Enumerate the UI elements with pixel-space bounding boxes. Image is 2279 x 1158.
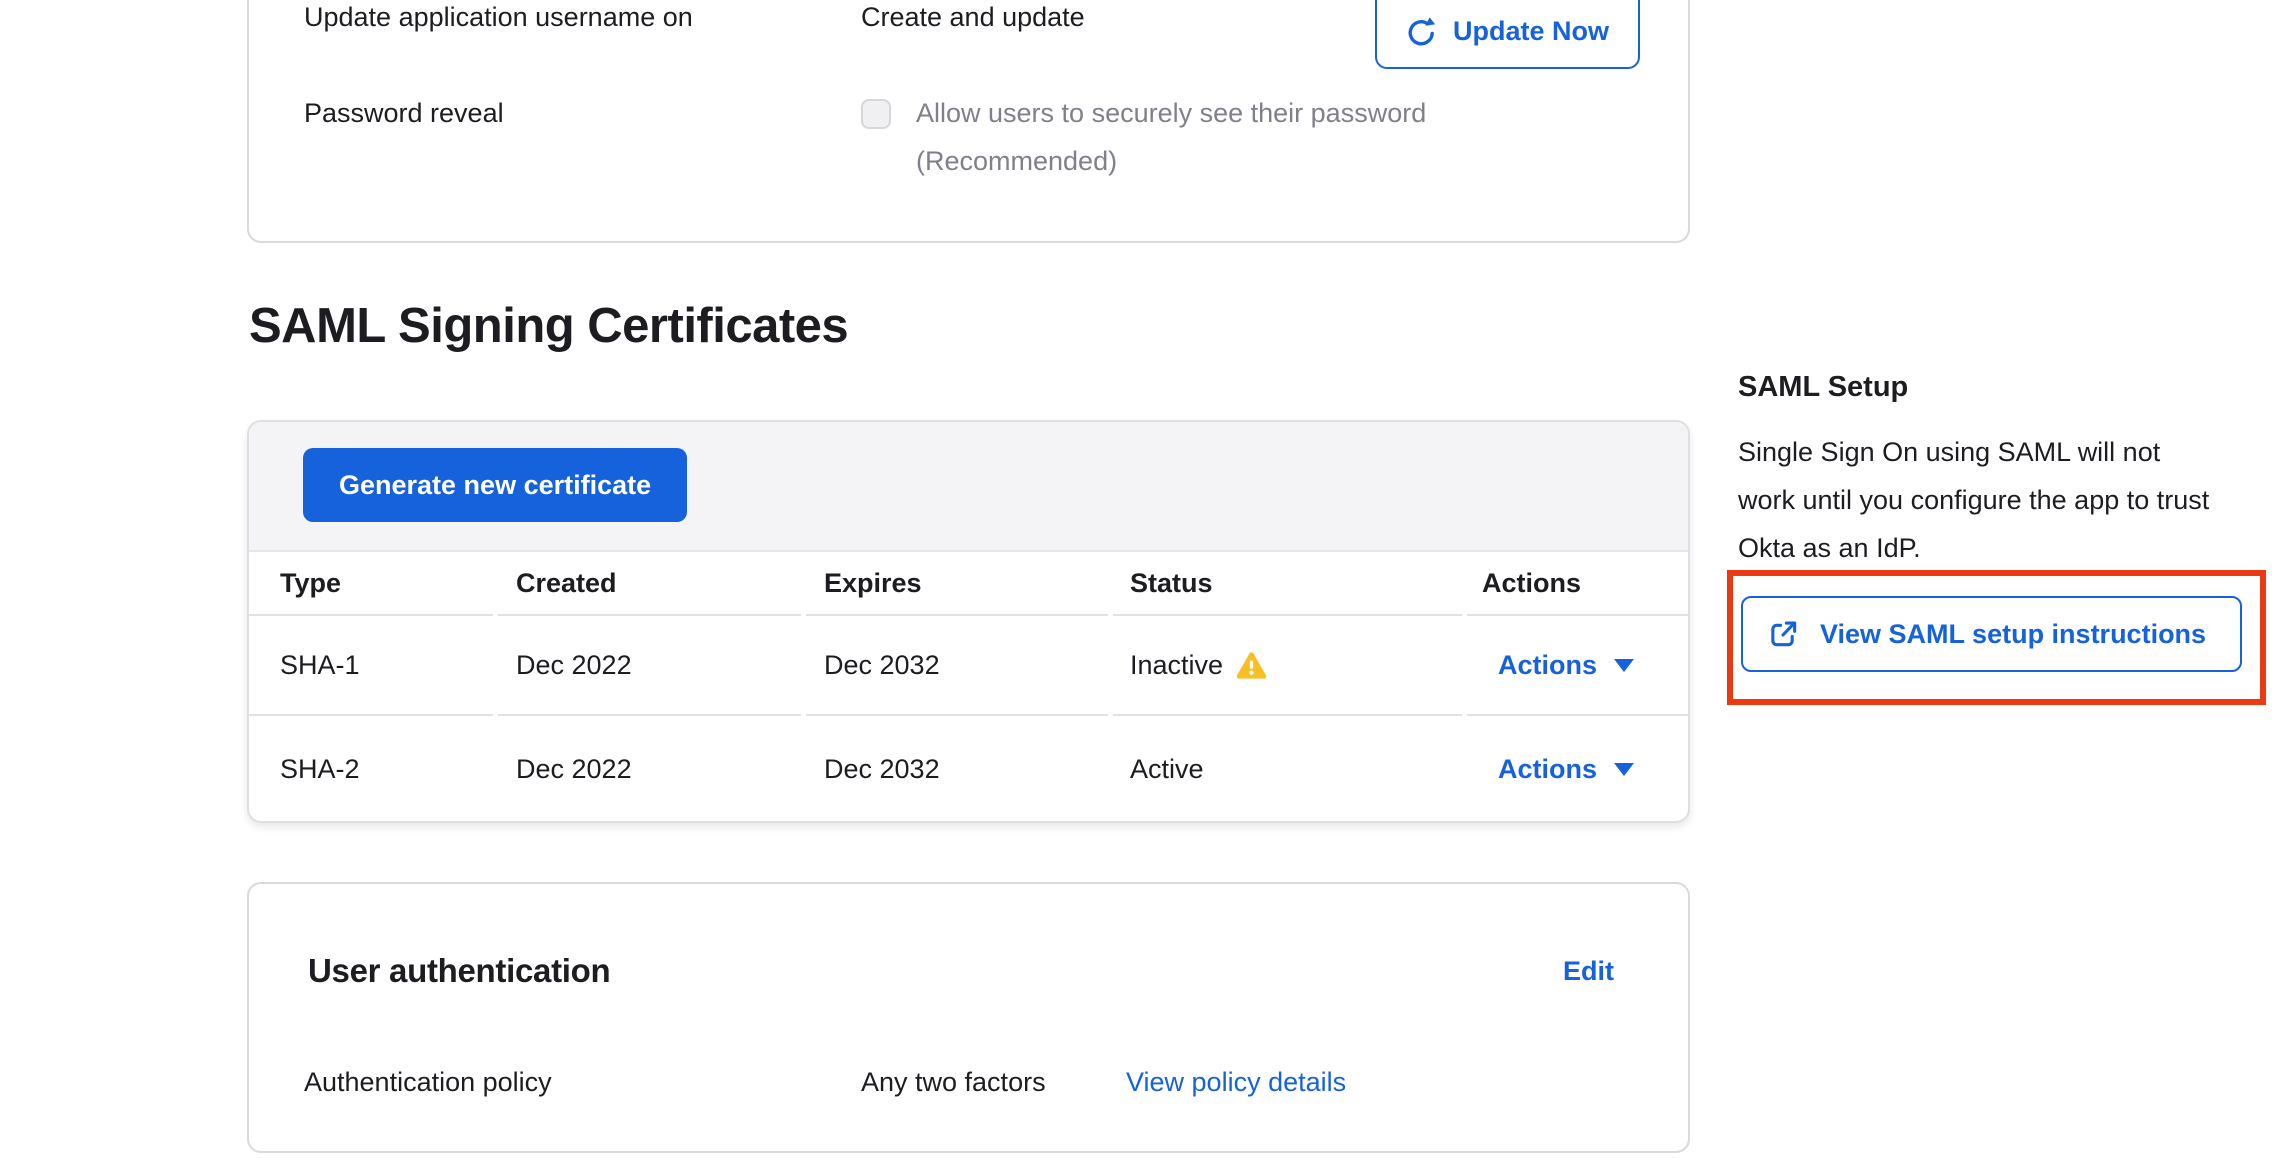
authentication-policy-label: Authentication policy <box>304 1065 552 1099</box>
update-username-label: Update application username on <box>304 0 693 34</box>
cert-expires: Dec 2032 <box>824 616 940 714</box>
external-link-icon <box>1768 619 1799 650</box>
update-now-label: Update Now <box>1453 16 1609 47</box>
view-saml-setup-instructions-button[interactable]: View SAML setup instructions <box>1741 596 2242 672</box>
column-header-actions: Actions <box>1482 552 1581 614</box>
password-reveal-checkbox-label: Allow users to securely see their passwo… <box>916 89 1546 185</box>
certificates-toolbar: Generate new certificate <box>249 422 1688 552</box>
saml-certificates-panel: Generate new certificate Type Created Ex… <box>247 420 1690 823</box>
chevron-down-icon <box>1614 659 1634 672</box>
cert-status: Active <box>1130 716 1204 823</box>
password-reveal-label: Password reveal <box>304 96 504 130</box>
column-header-created: Created <box>516 552 617 614</box>
chevron-down-icon <box>1614 763 1634 776</box>
warning-triangle-icon <box>1236 651 1267 680</box>
edit-button[interactable]: Edit <box>1563 954 1614 988</box>
generate-certificate-button[interactable]: Generate new certificate <box>303 448 687 522</box>
status-text: Inactive <box>1130 650 1223 681</box>
refresh-icon <box>1405 16 1437 48</box>
authentication-policy-value: Any two factors <box>861 1065 1046 1099</box>
cert-created: Dec 2022 <box>516 616 632 714</box>
cert-expires: Dec 2032 <box>824 716 940 823</box>
saml-setup-title: SAML Setup <box>1738 368 1908 406</box>
update-username-value: Create and update <box>861 0 1085 34</box>
view-saml-setup-instructions-label: View SAML setup instructions <box>1820 619 2206 650</box>
app-settings-panel: Update application username on Create an… <box>247 0 1690 243</box>
cert-status: Inactive <box>1130 616 1267 714</box>
cert-type: SHA-2 <box>280 716 360 823</box>
actions-menu-button[interactable]: Actions <box>1498 716 1634 823</box>
column-header-status: Status <box>1130 552 1213 614</box>
update-now-button[interactable]: Update Now <box>1375 0 1640 69</box>
password-reveal-checkbox[interactable] <box>861 99 891 129</box>
cert-created: Dec 2022 <box>516 716 632 823</box>
column-header-expires: Expires <box>824 552 922 614</box>
table-row-sha1: SHA-1 Dec 2022 Dec 2032 Inactive Actions <box>249 616 1688 716</box>
actions-menu-button[interactable]: Actions <box>1498 616 1634 714</box>
user-authentication-title: User authentication <box>308 950 610 992</box>
saml-setup-description: Single Sign On using SAML will not work … <box>1738 428 2210 572</box>
user-authentication-panel: User authentication Edit Authentication … <box>247 882 1690 1153</box>
table-row-sha2: SHA-2 Dec 2022 Dec 2032 Active Actions <box>249 716 1688 823</box>
page-canvas: Update application username on Create an… <box>0 0 2279 1158</box>
view-policy-details-link[interactable]: View policy details <box>1126 1065 1346 1099</box>
cert-type: SHA-1 <box>280 616 360 714</box>
column-header-type: Type <box>280 552 341 614</box>
certificates-table-header: Type Created Expires Status Actions <box>249 552 1688 616</box>
page-title: SAML Signing Certificates <box>249 296 848 356</box>
